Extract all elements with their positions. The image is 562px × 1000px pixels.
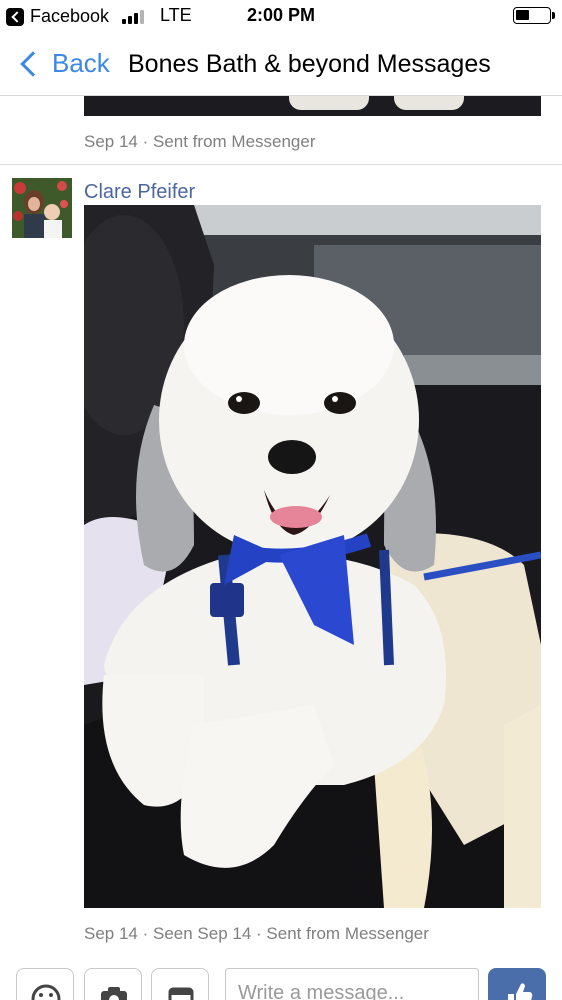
message-composer	[0, 960, 562, 1000]
camera-button[interactable]	[84, 968, 142, 1000]
thumbs-up-icon	[508, 983, 533, 1000]
previous-message-photo[interactable]	[84, 96, 541, 116]
avatar[interactable]	[12, 178, 72, 238]
page-title: Bones Bath & beyond Messages	[128, 50, 491, 78]
message-meta: Sep 14 · Sent from Messenger	[84, 132, 316, 151]
sticker-icon	[168, 987, 194, 1000]
message-meta: Sep 14 · Seen Sep 14 · Sent from Messeng…	[84, 924, 429, 943]
back-button[interactable]: Back	[16, 48, 110, 79]
sticker-button[interactable]	[151, 968, 209, 1000]
message-input[interactable]	[225, 968, 479, 1000]
message-divider	[0, 164, 562, 165]
camera-icon	[101, 987, 127, 1000]
sender-name[interactable]: Clare Pfeifer	[84, 181, 195, 204]
back-label: Back	[52, 48, 110, 78]
battery-icon	[513, 7, 551, 24]
chevron-left-icon	[20, 50, 46, 77]
like-send-button[interactable]	[488, 968, 546, 1000]
emoji-icon	[31, 984, 61, 1000]
clock: 2:00 PM	[246, 5, 316, 25]
emoji-button[interactable]	[16, 968, 74, 1000]
navigation-bar: Back Bones Bath & beyond Messages	[0, 32, 562, 96]
battery-cap	[552, 12, 555, 19]
status-bar: Facebook LTE 2:00 PM	[0, 0, 562, 32]
message-photo-dog[interactable]	[84, 205, 541, 908]
